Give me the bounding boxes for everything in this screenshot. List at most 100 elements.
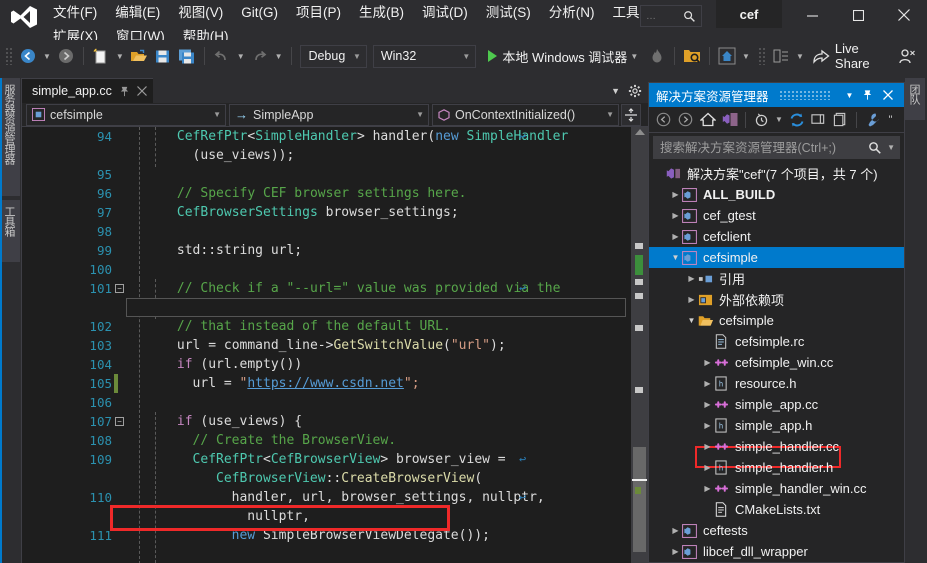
home-icon[interactable] — [715, 43, 739, 69]
properties-icon[interactable] — [862, 109, 883, 131]
start-debugging-dropdown[interactable]: ▼ — [627, 43, 641, 69]
tree-item-cefclient[interactable]: ▶ cefclient — [649, 226, 904, 247]
chevron-right-icon[interactable]: ▶ — [701, 400, 714, 409]
undo-icon[interactable] — [210, 43, 234, 69]
redo-dropdown[interactable]: ▼ — [272, 43, 286, 69]
close-icon[interactable] — [883, 90, 900, 100]
code-line[interactable]: CefRefPtr<SimpleHandler> handler(new Sim… — [177, 127, 568, 146]
menu-edit[interactable]: 编辑(E) — [106, 1, 169, 25]
tree-item-resource.h[interactable]: ▶ h resource.h — [649, 373, 904, 394]
save-icon[interactable] — [151, 43, 175, 69]
navbar-project-combo[interactable]: cefsimple ▼ — [26, 103, 226, 126]
refresh-icon[interactable] — [786, 109, 807, 131]
forward-icon[interactable] — [675, 109, 696, 131]
code-line[interactable]: std::string url; — [177, 241, 302, 260]
panel-drag-handle[interactable] — [778, 90, 831, 100]
chevron-down-icon[interactable]: ▼ — [685, 316, 698, 325]
hot-reload-icon[interactable] — [645, 43, 669, 69]
code-line[interactable]: handler, url, browser_settings, nullptr, — [232, 488, 545, 507]
account-icon[interactable] — [895, 43, 919, 69]
code-line[interactable]: url = "https://www.csdn.net"; — [193, 374, 420, 393]
maximize-button[interactable] — [835, 0, 881, 30]
tree-item-simple_handler.cc[interactable]: ▶ simple_handler.cc — [649, 436, 904, 457]
menu-test[interactable]: 测试(S) — [477, 1, 540, 25]
code-line[interactable]: // Specify CEF browser settings here. — [177, 184, 467, 203]
menu-build[interactable]: 生成(B) — [350, 1, 413, 25]
tree-item-simple_app.cc[interactable]: ▶ simple_app.cc — [649, 394, 904, 415]
folder-search-icon[interactable] — [680, 43, 704, 69]
document-tab-simple-app-cc[interactable]: simple_app.cc — [22, 78, 153, 103]
menu-file[interactable]: 文件(F) — [44, 1, 106, 25]
pending-changes-icon[interactable] — [751, 109, 772, 131]
show-all-files-icon[interactable] — [830, 109, 851, 131]
tree-item-cmakelists.txt[interactable]: CMakeLists.txt — [649, 499, 904, 520]
tree-item-simple_handler.h[interactable]: ▶ h simple_handler.h — [649, 457, 904, 478]
quick-launch-search-box[interactable]: … — [640, 5, 702, 27]
menu-analyze[interactable]: 分析(N) — [540, 1, 604, 25]
chevron-right-icon[interactable]: ▶ — [669, 190, 682, 199]
vertical-tab-toolbox[interactable]: 工具箱 — [0, 200, 20, 262]
code-line[interactable]: CefBrowserSettings browser_settings; — [177, 203, 459, 222]
navbar-member-combo[interactable]: OnContextInitialized() ▼ — [432, 103, 619, 126]
tree-item-all_build[interactable]: ▶ ALL_BUILD — [649, 184, 904, 205]
chevron-down-icon[interactable]: ▼ — [669, 253, 682, 262]
gear-icon[interactable] — [628, 84, 642, 98]
chevron-right-icon[interactable]: ▶ — [669, 211, 682, 220]
chevron-right-icon[interactable]: ▶ — [701, 379, 714, 388]
save-all-icon[interactable] — [175, 43, 199, 69]
tree-item-cef_gtest[interactable]: ▶ cef_gtest — [649, 205, 904, 226]
solution-platform-combo[interactable]: Win32 ▼ — [372, 44, 477, 68]
live-share-button[interactable]: Live Share — [807, 41, 895, 71]
solution-configuration-combo[interactable]: Debug ▼ — [300, 44, 367, 68]
chevron-right-icon[interactable]: ▶ — [701, 442, 714, 451]
navigate-forward-icon[interactable] — [54, 43, 78, 69]
chevron-right-icon[interactable]: ▶ — [701, 484, 714, 493]
code-line[interactable]: nullptr, — [247, 507, 310, 526]
redo-icon[interactable] — [248, 43, 272, 69]
chevron-down-icon[interactable]: ▼ — [773, 109, 785, 131]
undo-dropdown[interactable]: ▼ — [234, 43, 248, 69]
layout-dropdown[interactable]: ▼ — [793, 43, 807, 69]
chevron-right-icon[interactable]: ▶ — [701, 358, 714, 367]
minimize-button[interactable] — [789, 0, 835, 30]
fold-toggle-icon[interactable]: − — [115, 284, 124, 293]
tree-item-ceftests[interactable]: ▶ ceftests — [649, 520, 904, 541]
active-files-dropdown-icon[interactable]: ▼ — [611, 86, 620, 96]
code-line[interactable]: // Check if a "--url=" value was provide… — [177, 279, 561, 298]
tree-item-cefsimple_win.cc[interactable]: ▶ cefsimple_win.cc — [649, 352, 904, 373]
code-line[interactable]: CefRefPtr<CefBrowserView> browser_view = — [193, 450, 506, 469]
code-line[interactable]: if (url.empty()) — [177, 355, 302, 374]
menu-view[interactable]: 视图(V) — [169, 1, 232, 25]
back-icon[interactable] — [653, 109, 674, 131]
search-input[interactable] — [660, 140, 869, 155]
solution-explorer-tree[interactable]: 解决方案"cef"(7 个项目，共 7 个) ▶ ALL_BUILD ▶ cef_gte… — [649, 161, 904, 559]
editor-vertical-scrollbar[interactable] — [631, 127, 648, 563]
home-dropdown[interactable]: ▼ — [739, 43, 753, 69]
home-icon[interactable] — [697, 109, 718, 131]
tree-item-cefsimple[interactable]: ▼ cefsimple — [649, 310, 904, 331]
tree-item-cefsimple.rc[interactable]: cefsimple.rc — [649, 331, 904, 352]
menu-project[interactable]: 项目(P) — [287, 1, 350, 25]
code-line[interactable]: // Create the BrowserView. — [193, 431, 397, 450]
code-text-area[interactable]: CefRefPtr<SimpleHandler> handler(new Sim… — [130, 127, 648, 563]
new-file-dropdown[interactable]: ▼ — [113, 43, 127, 69]
tree-item-simple_handler_win.cc[interactable]: ▶ simple_handler_win.cc — [649, 478, 904, 499]
navbar-class-combo[interactable]: → SimpleApp ▼ — [229, 103, 429, 126]
vertical-tab-server-explorer[interactable]: 服务器资源管理器 — [0, 78, 20, 196]
code-line[interactable]: CefBrowserView::CreateBrowserView( — [216, 469, 482, 488]
new-file-icon[interactable] — [89, 43, 113, 69]
solution-view-icon[interactable] — [719, 109, 740, 131]
chevron-right-icon[interactable]: ▶ — [701, 421, 714, 430]
pin-icon[interactable] — [862, 89, 879, 101]
search-options-dropdown-icon[interactable]: ▼ — [887, 143, 895, 152]
scrollbar-thumb[interactable] — [633, 447, 646, 552]
tree-item-[interactable]: ▶ 外部依赖项 — [649, 289, 904, 310]
menu-debug[interactable]: 调试(D) — [413, 1, 477, 25]
chevron-right-icon[interactable]: ▶ — [685, 295, 698, 304]
toolbar-grip-2[interactable] — [757, 47, 767, 65]
tree-item-[interactable]: ▶ 引用 — [649, 268, 904, 289]
code-line[interactable]: new SimpleBrowserViewDelegate()); — [232, 526, 490, 545]
vertical-tab-team-explorer[interactable]: 团队 — [905, 78, 925, 120]
code-line[interactable]: url = command_line->GetSwitchValue("url"… — [177, 336, 506, 355]
navigate-backward-dropdown[interactable]: ▼ — [40, 43, 54, 69]
